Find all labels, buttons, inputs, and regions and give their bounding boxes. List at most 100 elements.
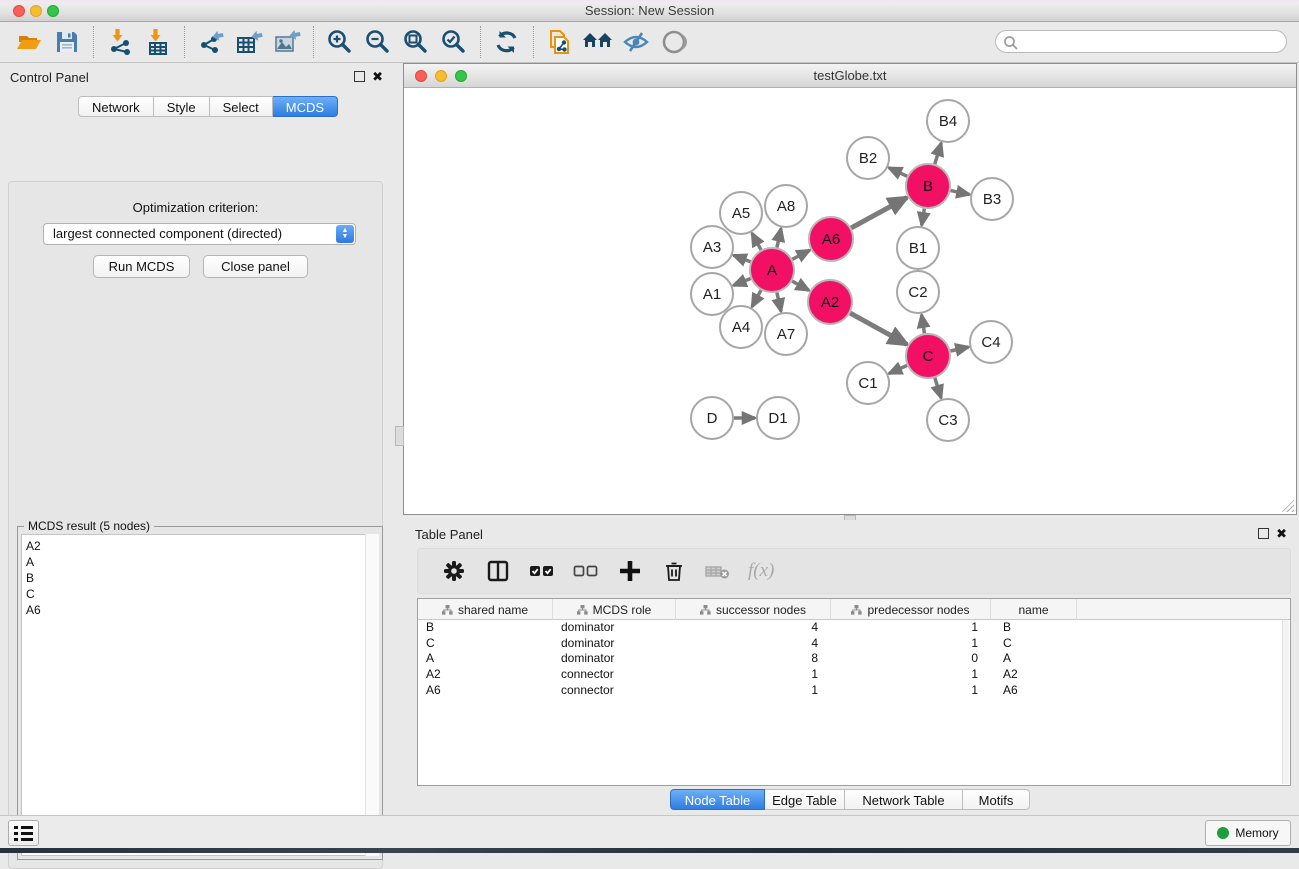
open-file-icon[interactable]	[13, 26, 45, 58]
close-panel-button[interactable]: Close panel	[203, 255, 308, 278]
tab-edge-table[interactable]: Edge Table	[765, 789, 845, 810]
graph-node-A4[interactable]: A4	[720, 306, 762, 348]
table-row[interactable]: A6connector11A6	[418, 683, 1290, 699]
graph-edge[interactable]	[935, 143, 941, 164]
graph-node-A1[interactable]: A1	[691, 273, 733, 315]
mcds-list-scrollbar[interactable]	[365, 534, 379, 856]
mcds-result-item[interactable]: A6	[22, 602, 378, 618]
mcds-result-item[interactable]: A2	[22, 538, 378, 554]
save-session-icon[interactable]	[51, 26, 83, 58]
tab-motifs[interactable]: Motifs	[963, 789, 1030, 810]
table-row[interactable]: Cdominator41C	[418, 636, 1290, 652]
graph-edge[interactable]	[752, 233, 761, 250]
graph-node-A2[interactable]: A2	[808, 280, 852, 324]
graph-node-D[interactable]: D	[691, 397, 733, 439]
tab-style[interactable]: Style	[154, 96, 210, 117]
zoom-fit-icon[interactable]	[400, 26, 432, 58]
table-scrollbar[interactable]	[1282, 620, 1289, 784]
tab-mcds[interactable]: MCDS	[273, 96, 338, 117]
graph-node-D1[interactable]: D1	[757, 397, 799, 439]
graph-node-A7[interactable]: A7	[765, 313, 807, 355]
graph-edge[interactable]	[733, 279, 750, 286]
column-header-mcds-role[interactable]: MCDS role	[553, 599, 676, 620]
column-header-name[interactable]: name	[991, 599, 1077, 620]
graph-node-C2[interactable]: C2	[897, 271, 939, 313]
graph-edge[interactable]	[922, 315, 925, 334]
graph-edge[interactable]	[935, 378, 941, 398]
graph-edge[interactable]	[792, 250, 809, 259]
column-header-predecessor-nodes[interactable]: predecessor nodes	[831, 599, 991, 620]
graph-node-B[interactable]: B	[906, 164, 950, 208]
memory-button[interactable]: Memory	[1205, 820, 1291, 846]
settings-gear-icon[interactable]	[438, 555, 470, 587]
tab-network[interactable]: Network	[78, 96, 154, 117]
add-column-icon[interactable]	[614, 555, 646, 587]
optimization-criterion-select[interactable]: largest connected component (directed) ▲…	[43, 223, 356, 245]
graph-edge[interactable]	[950, 347, 968, 351]
graph-node-C[interactable]: C	[906, 334, 950, 378]
graph-edge[interactable]	[889, 168, 907, 177]
graph-node-C3[interactable]: C3	[927, 399, 969, 441]
graph-node-A5[interactable]: A5	[720, 192, 762, 234]
close-table-panel-icon[interactable]: ✖	[1276, 526, 1287, 542]
split-divider-handle-vertical[interactable]	[395, 426, 404, 446]
graph-edge[interactable]	[777, 228, 781, 247]
import-network-icon[interactable]	[104, 26, 136, 58]
zoom-selected-icon[interactable]	[438, 26, 470, 58]
table-row[interactable]: Bdominator41B	[418, 620, 1290, 636]
graph-edge[interactable]	[752, 290, 761, 307]
float-table-panel-icon[interactable]	[1258, 528, 1269, 539]
node-table[interactable]: shared name MCDS role successor nodes pr…	[417, 598, 1291, 786]
graph-edge[interactable]	[792, 281, 809, 290]
graph-node-B2[interactable]: B2	[847, 137, 889, 179]
table-row[interactable]: Adominator80A	[418, 651, 1290, 667]
window-resize-grip[interactable]	[1282, 500, 1294, 512]
delete-column-icon[interactable]	[658, 555, 690, 587]
graph-node-C1[interactable]: C1	[847, 362, 889, 404]
graph-edge[interactable]	[777, 292, 781, 311]
houses-icon[interactable]	[582, 26, 614, 58]
tab-network-table[interactable]: Network Table	[845, 789, 963, 810]
graph-node-B1[interactable]: B1	[897, 227, 939, 269]
export-image-icon[interactable]	[271, 26, 303, 58]
eye-icon[interactable]	[658, 26, 690, 58]
close-panel-icon[interactable]: ✖	[372, 69, 383, 85]
apply-layout-icon[interactable]	[491, 26, 523, 58]
mcds-result-list[interactable]: A2ABCA6	[21, 534, 379, 856]
graph-edge[interactable]	[951, 191, 970, 195]
graph-node-C4[interactable]: C4	[970, 321, 1012, 363]
float-panel-icon[interactable]	[354, 71, 365, 82]
tab-node-table[interactable]: Node Table	[670, 789, 765, 810]
graph-node-A8[interactable]: A8	[765, 185, 807, 227]
mcds-result-item[interactable]: B	[22, 570, 378, 586]
select-all-checkboxes-icon[interactable]	[526, 555, 558, 587]
graph-edge[interactable]	[733, 255, 750, 262]
graph-node-A[interactable]: A	[750, 248, 794, 292]
graph-node-B4[interactable]: B4	[927, 100, 969, 142]
show-column-icon[interactable]	[482, 555, 514, 587]
search-input[interactable]	[1022, 32, 1277, 51]
graph-node-A3[interactable]: A3	[691, 226, 733, 268]
eye-slash-icon[interactable]	[620, 26, 652, 58]
table-row[interactable]: A2connector11A2	[418, 667, 1290, 683]
graph-node-B3[interactable]: B3	[971, 178, 1013, 220]
export-network-icon[interactable]	[195, 26, 227, 58]
network-graph[interactable]: B4B2BB3A8A5A6A3B1AC2A1A2A4A7C4CC1C3DD1	[404, 88, 1296, 514]
import-table-icon[interactable]	[142, 26, 174, 58]
mcds-result-item[interactable]: A	[22, 554, 378, 570]
task-history-button[interactable]	[8, 820, 39, 846]
column-header-shared-name[interactable]: shared name	[418, 599, 553, 620]
graph-edge[interactable]	[889, 365, 907, 373]
tab-select[interactable]: Select	[210, 96, 273, 117]
graph-edge[interactable]	[850, 313, 907, 344]
zoom-in-icon[interactable]	[324, 26, 356, 58]
column-header-successor-nodes[interactable]: successor nodes	[676, 599, 831, 620]
run-mcds-button[interactable]: Run MCDS	[93, 255, 190, 278]
graph-edge[interactable]	[851, 198, 907, 228]
graph-edge[interactable]	[922, 209, 925, 226]
export-table-icon[interactable]	[233, 26, 265, 58]
network-window-titlebar[interactable]: testGlobe.txt	[404, 64, 1296, 88]
deselect-all-checkboxes-icon[interactable]	[570, 555, 602, 587]
zoom-out-icon[interactable]	[362, 26, 394, 58]
mcds-result-item[interactable]: C	[22, 586, 378, 602]
